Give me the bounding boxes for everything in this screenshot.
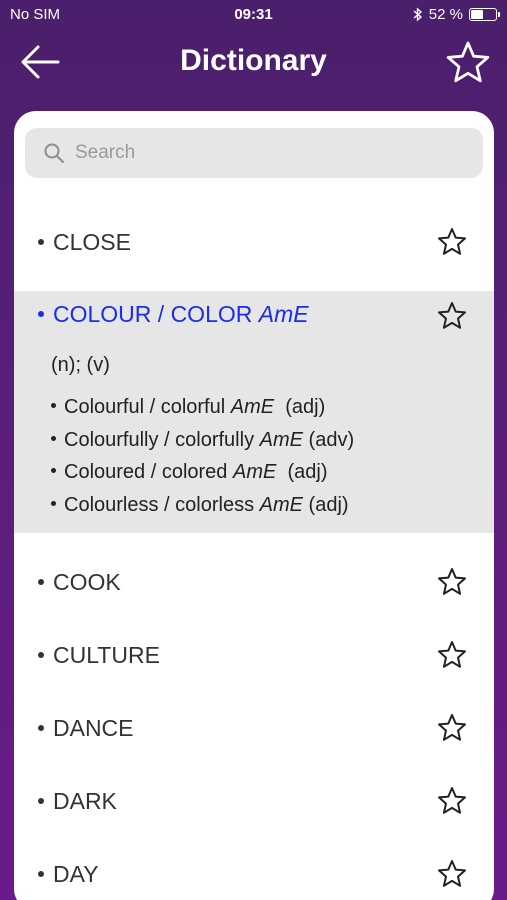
list-item-day[interactable]: DAY: [14, 838, 494, 900]
favorites-star-icon[interactable]: [445, 40, 491, 86]
list-item-word: CULTURE: [38, 619, 160, 692]
derived-word: Coloured / colored AmE (adj): [51, 460, 354, 493]
bullet: [38, 870, 44, 877]
bullet: [38, 310, 44, 317]
search-input[interactable]: [75, 142, 455, 164]
app-header: Dictionary: [0, 30, 507, 100]
star-icon[interactable]: [437, 227, 467, 257]
expanded-entry-word: COLOUR / COLOR AmE: [38, 301, 309, 328]
search-bar[interactable]: [25, 128, 483, 178]
bullet: [38, 238, 44, 245]
star-icon[interactable]: [437, 301, 467, 331]
derived-words-list: Colourful / colorful AmE (adj) Colourful…: [51, 395, 354, 525]
star-icon[interactable]: [437, 859, 467, 889]
list-item-word: CLOSE: [38, 206, 131, 279]
page-title: Dictionary: [180, 44, 327, 77]
star-icon[interactable]: [437, 713, 467, 743]
bullet: [38, 797, 44, 804]
part-of-speech: (n); (v): [51, 354, 110, 376]
bluetooth-icon: [413, 7, 422, 22]
list-item-word: DARK: [38, 765, 117, 838]
battery-icon: [469, 8, 500, 21]
bullet: [38, 724, 44, 731]
status-right: 52 %: [413, 6, 500, 23]
derived-word: Colourless / colorless AmE (adj): [51, 493, 354, 526]
expanded-entry-colour[interactable]: COLOUR / COLOR AmE (n); (v) Colourful / …: [14, 291, 494, 533]
bullet: [38, 651, 44, 658]
star-icon[interactable]: [437, 786, 467, 816]
status-bar: No SIM 09:31 52 %: [0, 0, 507, 30]
list-item-cook[interactable]: COOK: [14, 546, 494, 619]
list-item-dark[interactable]: DARK: [14, 765, 494, 838]
battery-percent: 52 %: [428, 6, 463, 23]
list-item-word: DANCE: [38, 692, 134, 765]
star-icon[interactable]: [437, 640, 467, 670]
list-item-close[interactable]: CLOSE: [14, 206, 494, 279]
bullet: [38, 578, 44, 585]
star-icon[interactable]: [437, 567, 467, 597]
list-item-culture[interactable]: CULTURE: [14, 619, 494, 692]
dictionary-list-card: CLOSE COLOUR / COLOR AmE (n); (v) Colour…: [14, 111, 494, 900]
list-item-dance[interactable]: DANCE: [14, 692, 494, 765]
derived-word: Colourful / colorful AmE (adj): [51, 395, 354, 428]
list-item-word: DAY: [38, 838, 99, 900]
search-icon: [44, 143, 64, 163]
list-item-word: COOK: [38, 546, 121, 619]
derived-word: Colourfully / colorfully AmE (adv): [51, 428, 354, 461]
